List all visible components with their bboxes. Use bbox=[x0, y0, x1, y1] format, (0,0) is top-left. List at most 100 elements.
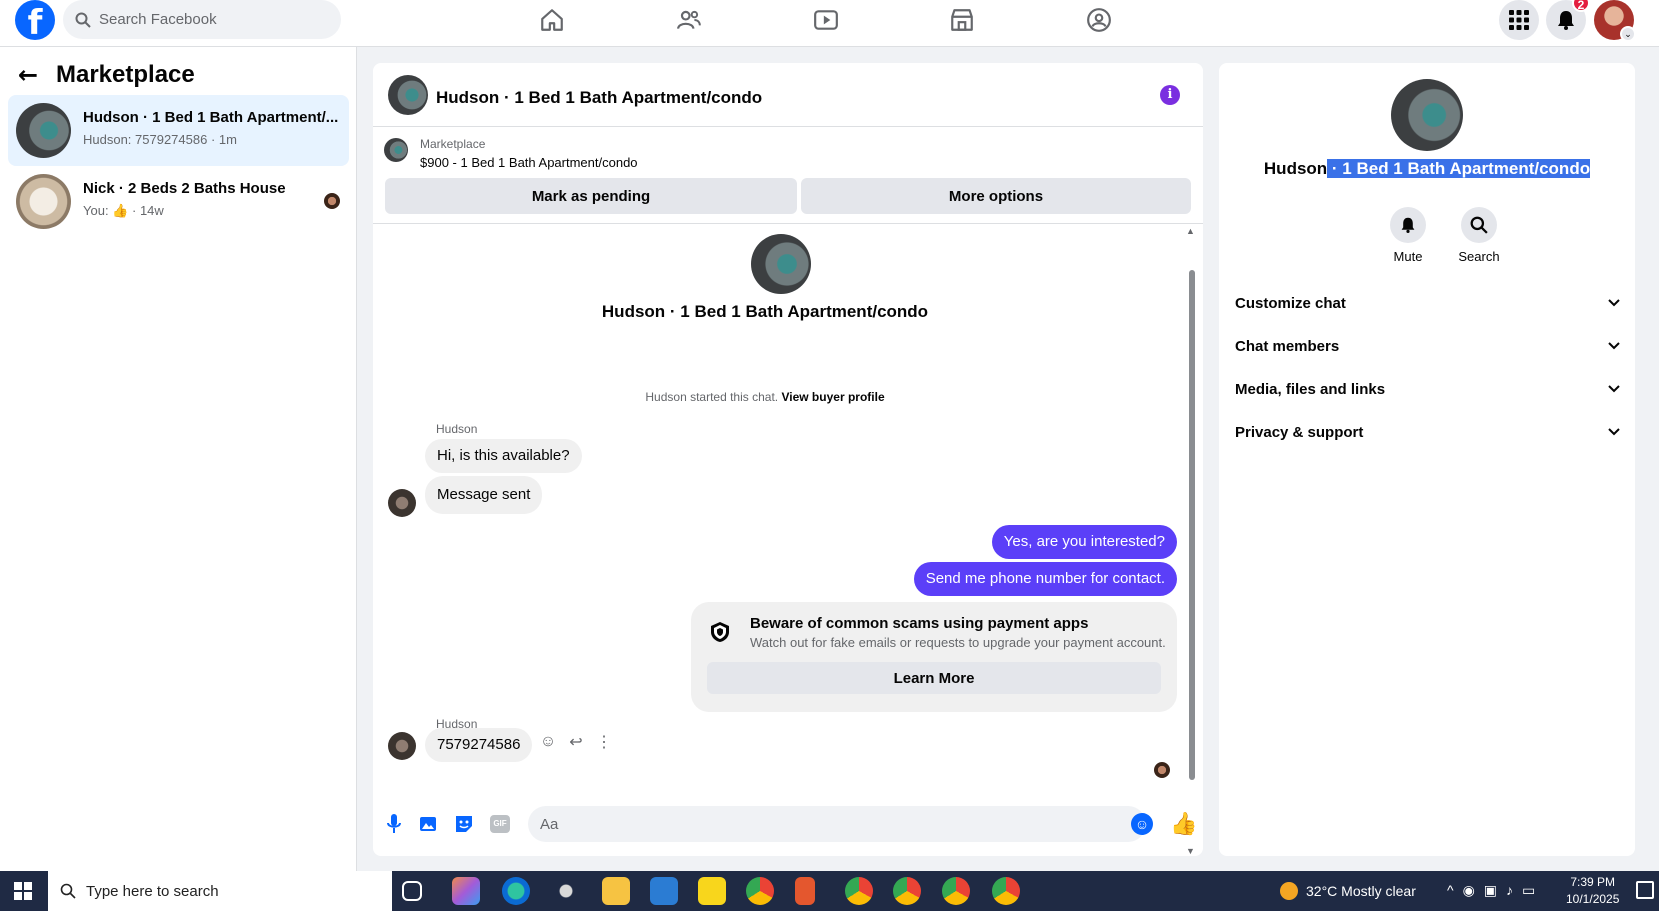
location-icon[interactable]: ◉ bbox=[1463, 882, 1475, 899]
gif-icon[interactable]: GIF bbox=[490, 815, 510, 833]
conversation-info-panel: Hudson · 1 Bed 1 Bath Apartment/condo Mu… bbox=[1219, 63, 1635, 856]
conversation-item-hudson[interactable]: Hudson · 1 Bed 1 Bath Apartment/... Huds… bbox=[8, 95, 349, 166]
sidebar-header: ← Marketplace bbox=[18, 61, 195, 89]
store-icon[interactable] bbox=[650, 877, 678, 905]
conversation-preview: You: 👍 · 14w bbox=[83, 203, 164, 219]
chat-members-section[interactable]: Chat members bbox=[1235, 326, 1621, 366]
sender-name: Hudson bbox=[436, 422, 478, 436]
meet-icon[interactable]: ▣ bbox=[1484, 882, 1497, 899]
chat-avatar[interactable] bbox=[388, 75, 428, 115]
scam-warning-title: Beware of common scams using payment app… bbox=[750, 615, 1089, 632]
sidebar-title: Marketplace bbox=[56, 61, 195, 88]
chat-title[interactable]: Hudson · 1 Bed 1 Bath Apartment/condo bbox=[436, 88, 762, 108]
more-vertical-icon[interactable]: ⋮ bbox=[595, 733, 613, 751]
chrome-icon[interactable] bbox=[845, 877, 873, 905]
message-actions: ☺ ↩ ⋮ bbox=[539, 733, 613, 751]
message-list[interactable]: ▲ ▼ Hudson · 1 Bed 1 Bath Apartment/cond… bbox=[373, 224, 1203, 856]
conversation-item-nick[interactable]: Nick · 2 Beds 2 Baths House You: 👍 · 14w bbox=[8, 166, 349, 237]
outgoing-message[interactable]: Yes, are you interested? bbox=[991, 525, 1177, 559]
listing-thumbnail bbox=[16, 174, 71, 229]
sender-avatar[interactable] bbox=[388, 732, 416, 760]
pinned-app-icon[interactable] bbox=[795, 877, 815, 905]
task-view-icon[interactable] bbox=[402, 881, 422, 901]
sender-avatar[interactable] bbox=[388, 489, 416, 517]
listing-label: Marketplace bbox=[420, 137, 486, 151]
chrome-icon[interactable] bbox=[992, 877, 1020, 905]
chrome-icon[interactable] bbox=[893, 877, 921, 905]
windows-taskbar: 32°C Mostly clear ^ ◉ ▣ ♪ ▭ 7:39 PM 10/1… bbox=[0, 871, 1659, 911]
search-input[interactable] bbox=[99, 11, 319, 28]
home-icon[interactable] bbox=[534, 4, 570, 36]
scrollbar-thumb[interactable] bbox=[1189, 270, 1195, 780]
marketplace-icon[interactable] bbox=[944, 4, 980, 36]
outgoing-message[interactable]: Send me phone number for contact. bbox=[913, 562, 1177, 596]
message-input[interactable] bbox=[528, 806, 1146, 842]
bell-icon bbox=[1390, 207, 1426, 243]
customize-chat-section[interactable]: Customize chat bbox=[1235, 283, 1621, 323]
weather-icon bbox=[1280, 882, 1298, 900]
windows-start-icon[interactable] bbox=[14, 882, 32, 900]
friends-icon[interactable] bbox=[671, 4, 707, 36]
facebook-logo[interactable]: f bbox=[15, 0, 55, 40]
chevron-up-icon[interactable]: ^ bbox=[1447, 882, 1454, 899]
search-conversation-button[interactable]: Search bbox=[1449, 207, 1509, 264]
copilot-icon[interactable] bbox=[452, 877, 480, 905]
app-icon[interactable] bbox=[552, 877, 580, 905]
conversation-title: Hudson · 1 Bed 1 Bath Apartment/condo bbox=[601, 302, 929, 321]
system-tray: ^ ◉ ▣ ♪ ▭ bbox=[1447, 882, 1535, 899]
search-label: Search bbox=[1458, 249, 1500, 264]
edge-icon[interactable] bbox=[502, 877, 530, 905]
back-arrow-icon[interactable]: ← bbox=[18, 61, 48, 89]
search-box[interactable] bbox=[63, 0, 341, 39]
section-label: Chat members bbox=[1235, 337, 1340, 355]
learn-more-button[interactable]: Learn More bbox=[707, 662, 1161, 694]
scroll-up-arrow[interactable]: ▲ bbox=[1186, 226, 1195, 236]
menu-grid-button[interactable] bbox=[1499, 0, 1539, 40]
thumbs-up-icon: 👍 bbox=[112, 203, 129, 218]
incoming-message[interactable]: Hi, is this available? bbox=[425, 439, 582, 473]
weather-widget[interactable]: 32°C Mostly clear bbox=[1280, 882, 1416, 900]
notification-center-icon[interactable] bbox=[1636, 881, 1654, 899]
preview-prefix: You: bbox=[83, 203, 109, 218]
media-files-links-section[interactable]: Media, files and links bbox=[1235, 369, 1621, 409]
notification-badge: 2 bbox=[1572, 0, 1590, 12]
bell-icon bbox=[1558, 11, 1574, 30]
listing-thumbnail bbox=[16, 103, 71, 158]
reply-icon[interactable]: ↩ bbox=[567, 733, 585, 751]
scam-warning-description: Watch out for fake emails or requests to… bbox=[750, 635, 1166, 650]
file-explorer-icon[interactable] bbox=[602, 877, 630, 905]
privacy-support-section[interactable]: Privacy & support bbox=[1235, 412, 1621, 452]
chrome-icon[interactable] bbox=[942, 877, 970, 905]
incoming-message[interactable]: 7579274586 bbox=[425, 728, 533, 762]
view-buyer-profile-link[interactable]: View buyer profile bbox=[781, 390, 884, 404]
listing-banner: Marketplace $900 - 1 Bed 1 Bath Apartmen… bbox=[373, 127, 1203, 224]
thumbs-up-icon[interactable]: 👍 bbox=[1170, 811, 1197, 837]
network-icon[interactable]: ▭ bbox=[1522, 882, 1535, 899]
microphone-icon[interactable] bbox=[382, 812, 406, 836]
account-chevron-icon[interactable]: ⌄ bbox=[1620, 26, 1636, 42]
groups-icon[interactable] bbox=[1081, 4, 1117, 36]
listing-price[interactable]: $900 - 1 Bed 1 Bath Apartment/condo bbox=[420, 155, 638, 170]
speaker-icon[interactable]: ♪ bbox=[1506, 882, 1513, 899]
info-icon[interactable]: i bbox=[1160, 85, 1180, 105]
photo-icon[interactable] bbox=[417, 812, 441, 836]
more-options-button[interactable]: More options bbox=[801, 178, 1191, 214]
conversation-avatar bbox=[751, 234, 811, 294]
section-label: Media, files and links bbox=[1235, 380, 1386, 398]
react-emoji-icon[interactable]: ☺ bbox=[539, 733, 557, 751]
taskbar-clock[interactable]: 7:39 PM 10/1/2025 bbox=[1566, 874, 1619, 908]
notifications-button[interactable]: 2 bbox=[1546, 0, 1590, 40]
taskbar-search-input[interactable] bbox=[86, 882, 376, 900]
taskbar-search[interactable] bbox=[48, 871, 392, 911]
emoji-icon[interactable]: ☺ bbox=[1131, 813, 1153, 835]
incoming-message[interactable]: Message sent bbox=[425, 476, 543, 514]
mute-button[interactable]: Mute bbox=[1378, 207, 1438, 264]
sticker-icon[interactable] bbox=[452, 812, 476, 836]
conversation-title: Hudson · 1 Bed 1 Bath Apartment/... bbox=[83, 109, 339, 126]
mark-as-pending-button[interactable]: Mark as pending bbox=[385, 178, 797, 214]
clock-time: 7:39 PM bbox=[1570, 875, 1616, 889]
chrome-icon[interactable] bbox=[746, 877, 774, 905]
section-label: Privacy & support bbox=[1235, 423, 1364, 441]
sticky-notes-icon[interactable] bbox=[698, 877, 726, 905]
video-icon[interactable] bbox=[808, 4, 844, 36]
